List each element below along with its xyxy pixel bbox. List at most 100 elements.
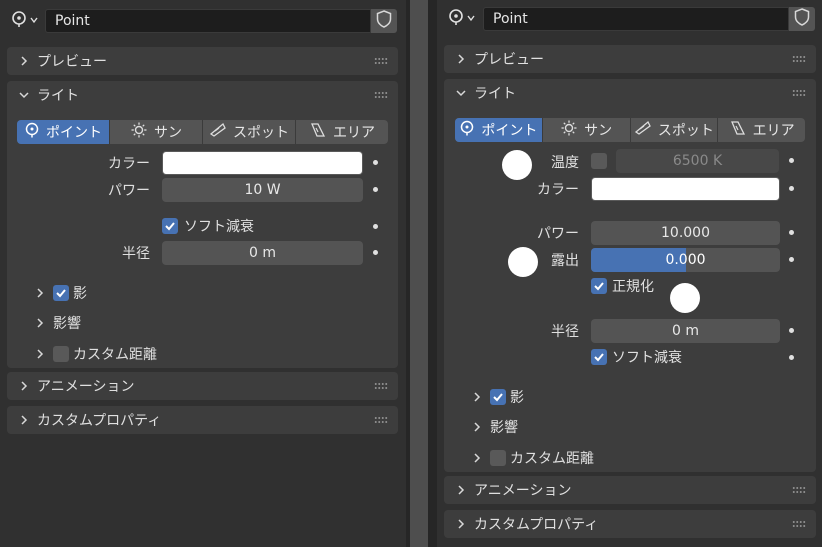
area-light-icon xyxy=(729,120,747,140)
keyframe-dot-icon[interactable] xyxy=(373,160,378,165)
checkbox-checked-icon[interactable] xyxy=(591,278,607,294)
light-data-browse-button[interactable] xyxy=(6,9,42,33)
drag-grip-icon[interactable] xyxy=(792,89,806,97)
panel-title: カスタムプロパティ xyxy=(474,517,599,533)
checkbox-checked-icon[interactable] xyxy=(591,349,607,365)
checkbox-checked-icon[interactable] xyxy=(490,389,506,405)
keyframe-dot-icon[interactable] xyxy=(789,328,794,333)
drag-grip-icon[interactable] xyxy=(792,55,806,63)
color-swatch[interactable] xyxy=(162,151,363,175)
keyframe-dot-icon[interactable] xyxy=(373,224,378,229)
keyframe-dot-icon[interactable] xyxy=(789,186,794,191)
light-type-sun[interactable]: サン xyxy=(543,118,631,142)
panel-preview[interactable]: プレビュー xyxy=(7,47,398,75)
soft-falloff-toggle[interactable]: ソフト減衰 xyxy=(591,346,682,368)
light-type-point[interactable]: ポイント xyxy=(455,118,543,142)
area-light-icon xyxy=(309,122,327,142)
chevron-down-icon xyxy=(17,88,31,102)
exposure-slider[interactable]: 0.000 xyxy=(591,248,780,272)
point-light-icon xyxy=(459,120,475,140)
keyframe-dot-icon[interactable] xyxy=(789,230,794,235)
subpanel-title: 影響 xyxy=(53,316,81,332)
drag-grip-icon[interactable] xyxy=(792,486,806,494)
panel-animation[interactable]: アニメーション xyxy=(7,372,398,400)
point-light-icon xyxy=(447,8,465,30)
panel-title: ライト xyxy=(37,88,79,104)
chevron-right-icon xyxy=(470,451,484,465)
light-name-field[interactable]: Point xyxy=(45,9,371,33)
light-data-browse-button[interactable] xyxy=(443,7,479,31)
panel-light[interactable]: ライト xyxy=(444,79,816,107)
normalize-toggle[interactable]: 正規化 xyxy=(591,275,654,297)
spot-light-icon xyxy=(634,120,652,140)
keyframe-dot-icon[interactable] xyxy=(373,187,378,192)
keyframe-dot-icon[interactable] xyxy=(373,250,378,255)
panel-title: カスタムプロパティ xyxy=(37,413,162,429)
panel-title: ライト xyxy=(474,86,516,102)
shield-icon xyxy=(376,10,392,32)
keyframe-dot-icon[interactable] xyxy=(789,355,794,360)
panel-preview[interactable]: プレビュー xyxy=(444,45,816,73)
checkbox-checked-icon[interactable] xyxy=(162,218,178,234)
properties-editor-left: Point プレビュー ライト ポイント サン スポット エリア カラー パワー… xyxy=(0,0,406,547)
panel-title: アニメーション xyxy=(37,379,135,395)
chevron-right-icon xyxy=(454,483,468,497)
panel-title: プレビュー xyxy=(37,54,107,70)
radius-field[interactable]: 0 m xyxy=(591,319,780,343)
keyframe-dot-icon[interactable] xyxy=(789,158,794,163)
drag-grip-icon[interactable] xyxy=(374,57,388,65)
area-split-handle[interactable] xyxy=(410,0,428,547)
chevron-right-icon xyxy=(470,420,484,434)
drag-grip-icon[interactable] xyxy=(374,382,388,390)
chevron-right-icon xyxy=(17,413,31,427)
light-type-area[interactable]: エリア xyxy=(296,120,388,144)
white-circle-marker xyxy=(670,283,700,313)
panel-custom-properties[interactable]: カスタムプロパティ xyxy=(7,406,398,434)
panel-custom-properties[interactable]: カスタムプロパティ xyxy=(444,510,816,538)
color-swatch[interactable] xyxy=(591,177,780,201)
panel-animation[interactable]: アニメーション xyxy=(444,476,816,504)
drag-grip-icon[interactable] xyxy=(374,91,388,99)
subpanel-custom-distance[interactable]: カスタム距離 xyxy=(470,447,594,469)
power-field[interactable]: 10 W xyxy=(162,178,363,202)
checkbox-unchecked-icon[interactable] xyxy=(490,450,506,466)
point-light-icon xyxy=(10,10,28,32)
light-type-spot[interactable]: スポット xyxy=(203,120,296,144)
chevron-right-icon xyxy=(454,52,468,66)
chevron-right-icon xyxy=(33,286,47,300)
light-name-field[interactable]: Point xyxy=(483,7,789,31)
subpanel-custom-distance[interactable]: カスタム距離 xyxy=(33,343,157,365)
temperature-checkbox[interactable] xyxy=(591,153,607,169)
subpanel-influence[interactable]: 影響 xyxy=(470,416,518,438)
fake-user-button[interactable] xyxy=(789,7,815,31)
radius-field[interactable]: 0 m xyxy=(162,241,363,265)
soft-falloff-label: ソフト減衰 xyxy=(184,219,254,235)
light-type-spot[interactable]: スポット xyxy=(631,118,719,142)
keyframe-dot-icon[interactable] xyxy=(789,257,794,262)
radius-label: 半径 xyxy=(551,324,579,340)
color-label: カラー xyxy=(108,156,150,172)
fake-user-button[interactable] xyxy=(371,9,397,33)
temperature-field[interactable]: 6500 K xyxy=(616,149,779,173)
chevron-down-icon xyxy=(466,11,476,27)
light-type-area[interactable]: エリア xyxy=(718,118,805,142)
subpanel-shadow[interactable]: 影 xyxy=(470,386,524,408)
soft-falloff-toggle[interactable]: ソフト減衰 xyxy=(162,215,254,237)
checkbox-checked-icon[interactable] xyxy=(53,285,69,301)
checkbox-unchecked-icon[interactable] xyxy=(53,346,69,362)
light-type-point[interactable]: ポイント xyxy=(17,120,110,144)
spot-light-icon xyxy=(209,122,227,142)
light-type-selector: ポイント サン スポット エリア xyxy=(17,120,388,144)
light-type-sun[interactable]: サン xyxy=(110,120,203,144)
drag-grip-icon[interactable] xyxy=(374,416,388,424)
panel-light[interactable]: ライト xyxy=(7,81,398,109)
subpanel-influence[interactable]: 影響 xyxy=(33,312,81,334)
color-label: カラー xyxy=(537,182,579,198)
drag-grip-icon[interactable] xyxy=(792,520,806,528)
subpanel-title: 影 xyxy=(73,286,87,302)
chevron-right-icon xyxy=(17,54,31,68)
sun-icon xyxy=(130,122,148,142)
subpanel-shadow[interactable]: 影 xyxy=(33,282,87,304)
power-field[interactable]: 10.000 xyxy=(591,221,780,245)
chevron-right-icon xyxy=(33,316,47,330)
